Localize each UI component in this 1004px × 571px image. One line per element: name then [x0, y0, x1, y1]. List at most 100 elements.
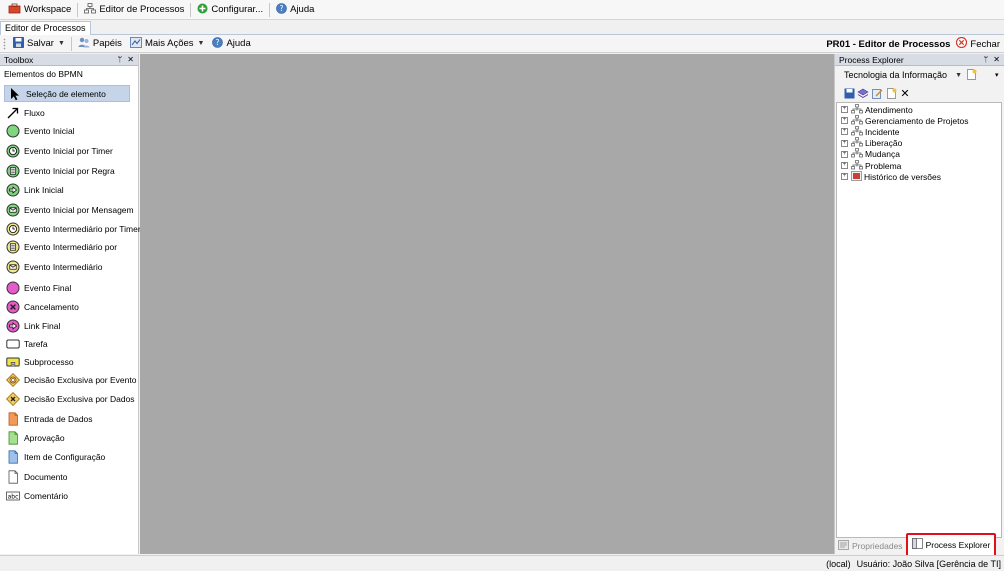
expand-icon[interactable]: +: [841, 150, 848, 158]
process-explorer-panel: Process Explorer ᛘ ✕ Tecnologia da Infor…: [834, 54, 1004, 557]
area-selector[interactable]: Tecnologia da Informação ▼ ▾: [835, 66, 1004, 84]
event-gateway-icon: [6, 372, 20, 387]
toolbox-item[interactable]: Evento Inicial: [0, 122, 138, 139]
chevron-down-icon[interactable]: ▼: [58, 40, 65, 47]
menu-workspace[interactable]: Workspace: [4, 1, 75, 19]
message-intermediate-event-icon: [6, 260, 20, 274]
toolbar-help-button[interactable]: ? Ajuda: [208, 36, 254, 52]
toolbox-item[interactable]: Fluxo: [0, 104, 138, 121]
menu-process-editor[interactable]: Editor de Processos: [80, 1, 188, 19]
explorer-tabs: Propriedades Process Explorer: [835, 532, 1004, 557]
toolbox-item[interactable]: Entrada de Dados: [0, 410, 138, 427]
tab-properties[interactable]: Propriedades: [835, 538, 906, 554]
toolbox-item[interactable]: Evento Final: [0, 279, 138, 296]
status-server: (local): [826, 558, 851, 569]
new-document-icon[interactable]: [885, 87, 897, 99]
svg-text:?: ?: [280, 4, 284, 13]
toolbox-item[interactable]: Aprovação: [0, 429, 138, 446]
toolbox-item[interactable]: Decisão Exclusiva por Evento: [0, 371, 138, 388]
pin-icon[interactable]: ᛘ: [117, 55, 122, 64]
close-editor-button[interactable]: Fechar: [956, 36, 1000, 52]
menu-configure-label: Configurar...: [211, 4, 264, 15]
tree-item[interactable]: + Problema: [837, 159, 1001, 172]
explorer-toolbar: ✕: [835, 84, 1004, 102]
roles-button-label: Papéis: [92, 38, 122, 49]
toolbox-item-label: Seleção de elemento: [26, 88, 106, 99]
save-button[interactable]: Salvar ▼: [9, 36, 69, 52]
expand-icon[interactable]: +: [841, 128, 848, 136]
expand-icon[interactable]: +: [841, 162, 848, 170]
expand-icon[interactable]: +: [841, 117, 848, 125]
tab-process-editor[interactable]: Editor de Processos: [0, 21, 91, 35]
toolbox-item[interactable]: Decisão Exclusiva por Dados: [0, 390, 138, 407]
roles-icon: [78, 37, 90, 51]
save-icon[interactable]: [843, 87, 855, 99]
chevron-down-icon[interactable]: ▼: [198, 40, 205, 47]
toolbox-item[interactable]: Link Final: [0, 317, 138, 334]
toolbar-right: PR01 - Editor de Processos Fechar: [826, 35, 1000, 53]
tree-item[interactable]: + Incidente: [837, 126, 1001, 137]
toolbox-item[interactable]: Subprocesso: [0, 353, 138, 370]
toolbox-item-label: Entrada de Dados: [24, 413, 93, 424]
toolbox-item-label: Fluxo: [24, 107, 45, 118]
toolbox-item[interactable]: Evento Intermediário por Timer: [0, 220, 141, 237]
toolbox-item[interactable]: Evento Inicial por Timer: [0, 142, 138, 159]
toolbox-item-label: Cancelamento: [24, 301, 79, 312]
delete-icon[interactable]: ✕: [899, 87, 911, 100]
editor-toolbar: Salvar ▼ Papéis Mais Ações ▼ ? Ajuda PR0…: [0, 35, 1004, 53]
toolbox-item[interactable]: Cancelamento: [0, 298, 138, 315]
toolbox-item[interactable]: Evento Intermediário: [0, 258, 138, 275]
menu-help[interactable]: ? Ajuda: [272, 1, 318, 19]
process-tree-icon: [851, 114, 863, 127]
process-canvas[interactable]: [140, 54, 834, 554]
layers-icon[interactable]: [857, 87, 869, 99]
toolbar-grip[interactable]: [3, 37, 6, 50]
toolbox-item-label: Evento Intermediário: [24, 261, 103, 272]
toolbox-item[interactable]: Evento Inicial por Mensagem: [0, 201, 138, 218]
expand-icon[interactable]: +: [841, 106, 848, 114]
more-actions-button[interactable]: Mais Ações ▼: [126, 36, 209, 52]
toolbox-item[interactable]: Link Inicial: [0, 181, 138, 198]
chevron-down-icon[interactable]: ▼: [955, 72, 962, 79]
process-tree-icon: [851, 159, 863, 172]
toolbox-item[interactable]: abc Comentário: [0, 487, 138, 504]
close-icon[interactable]: ✕: [993, 55, 1000, 64]
new-area-icon[interactable]: [966, 68, 977, 82]
toolbox-item-label: Evento Inicial por Regra: [24, 165, 115, 176]
toolbox-item-label: Comentário: [24, 490, 68, 501]
data-input-icon: [6, 411, 20, 426]
timer-intermediate-event-icon: [6, 222, 20, 236]
pin-icon[interactable]: ᛘ: [983, 55, 988, 64]
toolbox-item[interactable]: Evento Inicial por Regra: [0, 162, 138, 179]
tree-item[interactable]: + Liberação: [837, 137, 1001, 149]
edit-icon[interactable]: [871, 87, 883, 99]
toolbox-item[interactable]: Item de Configuração: [0, 448, 138, 465]
tree-item[interactable]: + Gerenciamento de Projetos: [837, 114, 1001, 127]
toolbox-item[interactable]: Tarefa: [0, 335, 138, 352]
roles-button[interactable]: Papéis: [74, 36, 126, 52]
timer-start-event-icon: [6, 144, 20, 158]
message-start-event-icon: [6, 203, 20, 217]
toolbox-item-label: Evento Inicial por Timer: [24, 145, 113, 156]
toolbox-item[interactable]: Documento: [0, 468, 138, 485]
expand-icon[interactable]: +: [841, 139, 848, 147]
toolbox-item-label: Evento Final: [24, 282, 72, 293]
start-event-icon: [6, 124, 20, 138]
expand-icon[interactable]: +: [841, 173, 848, 181]
rule-intermediate-event-icon: [6, 240, 20, 254]
svg-text:abc: abc: [8, 493, 19, 500]
menu-configure[interactable]: Configurar...: [193, 1, 267, 19]
version-history-icon: [851, 170, 862, 183]
close-icon[interactable]: ✕: [127, 55, 134, 64]
tree-item[interactable]: + Mudança: [837, 148, 1001, 160]
process-explorer-icon: [911, 538, 923, 551]
process-tree-icon: [851, 126, 863, 138]
tab-process-explorer[interactable]: Process Explorer: [905, 532, 997, 557]
tree-item[interactable]: + Atendimento: [837, 103, 1001, 115]
toolbox-item-label: Link Inicial: [24, 184, 64, 195]
overflow-icon[interactable]: ▾: [995, 71, 999, 79]
explorer-title: Process Explorer: [839, 54, 904, 65]
toolbox-item[interactable]: Evento Intermediário por: [0, 238, 138, 255]
toolbox-item[interactable]: Seleção de elemento: [4, 85, 130, 102]
tree-item[interactable]: + Histórico de versões: [837, 170, 1001, 183]
